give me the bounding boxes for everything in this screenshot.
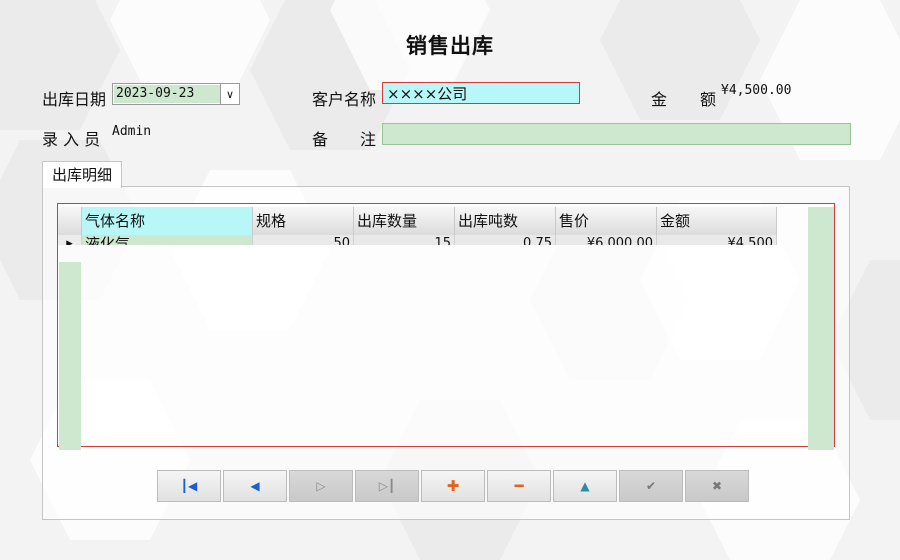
table-cell[interactable]: 0.75	[455, 235, 556, 245]
first-record-button[interactable]: ┃◀	[157, 470, 221, 502]
chevron-down-icon[interactable]: ∨	[220, 84, 239, 104]
last-record-icon: ▷┃	[378, 479, 396, 493]
remark-input[interactable]	[382, 123, 851, 145]
next-record-icon: ▷	[316, 479, 326, 493]
date-picker[interactable]: 2023-09-23 ∨	[112, 83, 240, 105]
cancel-icon: ✖	[711, 479, 723, 493]
remark-label-part1: 备	[312, 130, 329, 149]
post-record-button[interactable]: ✔	[619, 470, 683, 502]
amount-label-part2: 额	[700, 90, 717, 109]
first-record-icon: ┃◀	[180, 479, 198, 493]
date-label: 出库日期	[42, 90, 107, 109]
table-cell[interactable]: 15	[354, 235, 455, 245]
row-indicator-header	[58, 207, 82, 235]
grid-vertical-scrollbar[interactable]	[808, 207, 834, 450]
table-cell[interactable]: 液化气	[82, 235, 253, 245]
row-indicator-icon: ▸	[58, 235, 82, 245]
detail-grid[interactable]: 气体名称 规格 出库数量 出库吨数 售价 金额 ▸ 液化气 50 15 0.75…	[57, 203, 835, 447]
edit-icon: ▲	[580, 479, 590, 493]
add-record-button[interactable]: ✚	[421, 470, 485, 502]
operator-label: 录 入 员	[42, 130, 101, 149]
cancel-record-button[interactable]: ✖	[685, 470, 749, 502]
confirm-icon: ✔	[645, 479, 657, 493]
amount-value: ¥4,500.00	[721, 83, 792, 98]
delete-record-button[interactable]: ━	[487, 470, 551, 502]
customer-label: 客户名称	[312, 90, 377, 109]
table-cell[interactable]: ¥6,000.00	[556, 235, 657, 245]
table-cell[interactable]: 50	[253, 235, 354, 245]
add-icon: ✚	[446, 477, 460, 495]
column-header[interactable]: 金额	[657, 207, 777, 235]
table-row[interactable]: ▸ 液化气 50 15 0.75 ¥6,000.00 ¥4,500	[58, 235, 777, 245]
edit-record-button[interactable]: ▲	[553, 470, 617, 502]
column-header[interactable]: 气体名称	[82, 207, 253, 235]
next-record-button[interactable]: ▷	[289, 470, 353, 502]
prev-record-icon: ◀	[250, 479, 260, 493]
grid-header: 气体名称 规格 出库数量 出库吨数 售价 金额	[58, 207, 777, 235]
record-navigator: ┃◀ ◀ ▷ ▷┃ ✚ ━ ▲ ✔ ✖	[157, 470, 751, 502]
column-header[interactable]: 出库吨数	[455, 207, 556, 235]
column-header[interactable]: 出库数量	[354, 207, 455, 235]
page-title: 销售出库	[406, 34, 494, 58]
tab-outbound-detail[interactable]: 出库明细	[42, 161, 122, 188]
last-record-button[interactable]: ▷┃	[355, 470, 419, 502]
remark-label-part2: 注	[360, 130, 377, 149]
delete-icon: ━	[514, 477, 524, 495]
date-input[interactable]: 2023-09-23	[114, 85, 220, 103]
operator-value: Admin	[112, 124, 152, 139]
prev-record-button[interactable]: ◀	[223, 470, 287, 502]
column-header[interactable]: 规格	[253, 207, 354, 235]
table-cell[interactable]: ¥4,500	[657, 235, 777, 245]
grid-row-highlight	[59, 262, 81, 450]
amount-label-part1: 金	[651, 90, 668, 109]
column-header[interactable]: 售价	[556, 207, 657, 235]
customer-input[interactable]: ××××公司	[382, 82, 580, 104]
